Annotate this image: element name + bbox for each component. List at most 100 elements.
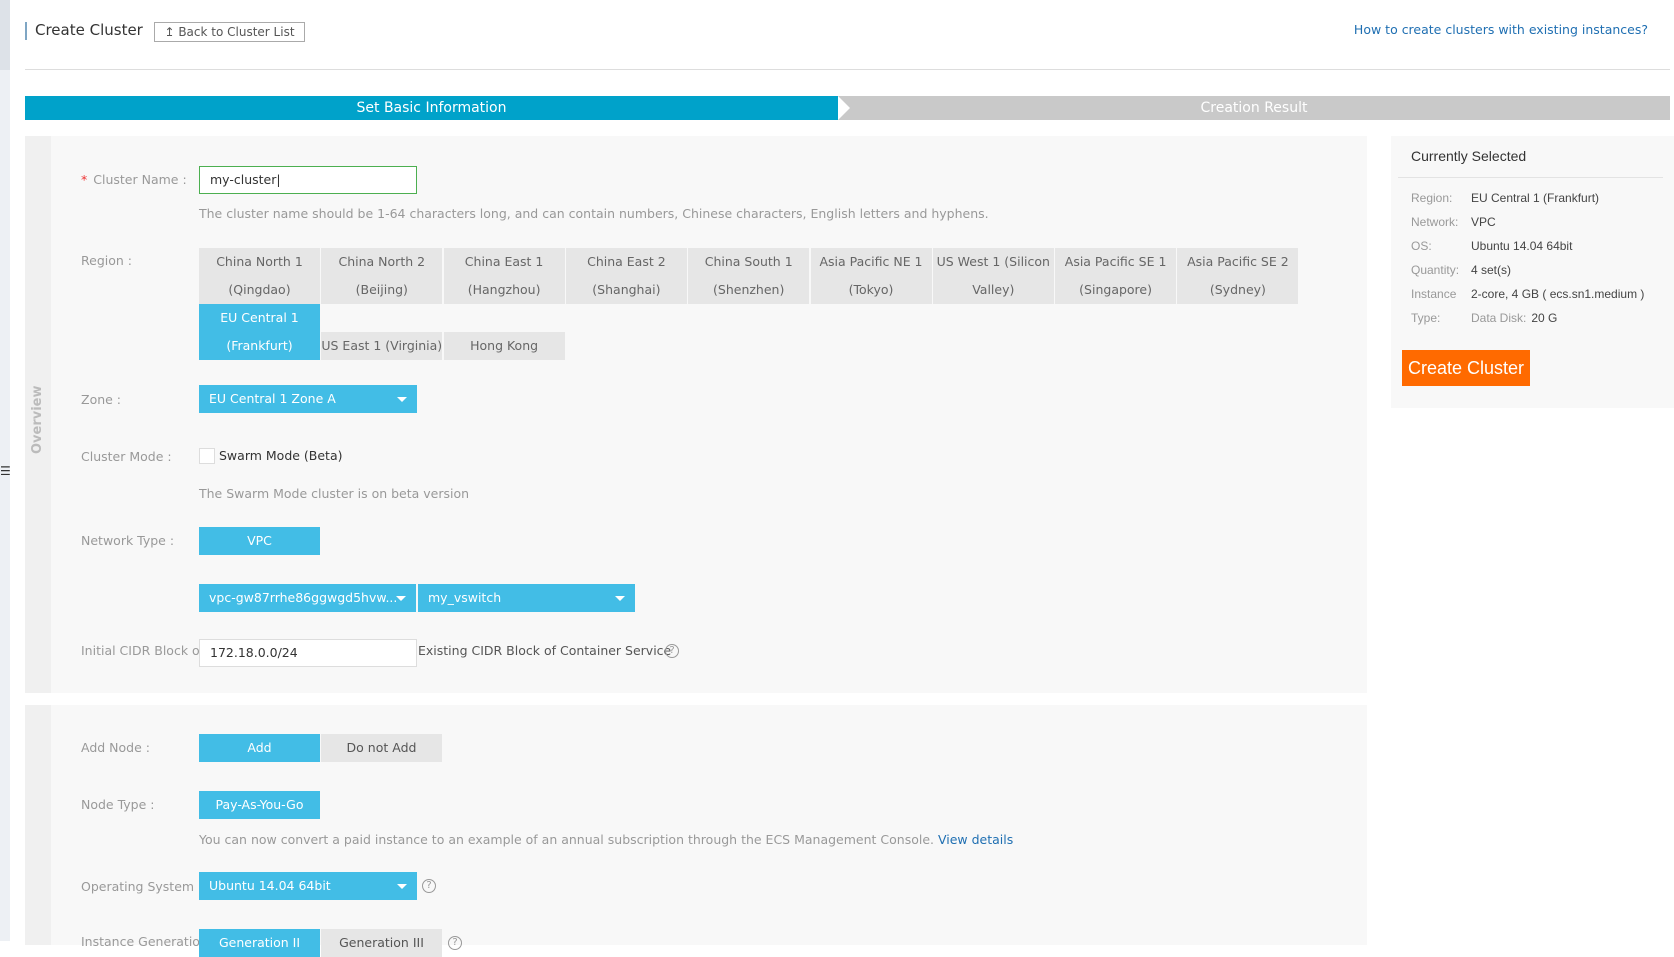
region-name: Hong Kong (470, 338, 539, 353)
add-node-label: Add Node : (81, 740, 150, 755)
region-city: Valley) (972, 282, 1015, 297)
region-name: US East 1 (Virginia) (321, 338, 443, 353)
region-city: (Frankfurt) (226, 338, 293, 353)
summary-value-text: 2-core, 4 GB ( ecs.sn1.medium ) (1471, 287, 1645, 301)
region-name: China East 2 (587, 254, 666, 269)
region-city: (Tokyo) (848, 282, 894, 297)
zone-label: Zone : (81, 392, 122, 407)
os-label: Operating System : (81, 879, 203, 894)
summary-key: OS: (1411, 239, 1432, 253)
swarm-mode-label: Swarm Mode (Beta) (219, 448, 343, 463)
region-option[interactable]: China East 2 (Shanghai) (565, 248, 687, 304)
chevron-down-icon (397, 884, 407, 889)
page-title: Create Cluster (35, 21, 143, 39)
summary-value-text: VPC (1471, 215, 1496, 229)
summary-value: 2-core, 4 GB ( ecs.sn1.medium ) (1471, 287, 1644, 301)
region-city: (Beijing) (355, 282, 408, 297)
help-icon[interactable]: ? (422, 879, 436, 893)
region-name: China South 1 (704, 254, 793, 269)
vswitch-dropdown[interactable]: my_vswitch (418, 584, 635, 612)
summary-value-text: EU Central 1 (Frankfurt) (1471, 191, 1600, 205)
summary-value: Ubuntu 14.04 64bit (1471, 239, 1572, 253)
region-name: US West 1 (Silicon (936, 254, 1050, 269)
region-option[interactable]: China East 1 (Hangzhou) (443, 248, 565, 304)
step-creation-result: Creation Result (838, 96, 1670, 120)
region-option[interactable]: US West 1 (Silicon Valley) (932, 248, 1054, 304)
summary-key: Instance (1411, 287, 1457, 301)
cluster-mode-label: Cluster Mode : (81, 449, 172, 464)
cluster-name-input[interactable]: my-cluster| (199, 166, 417, 194)
create-cluster-button[interactable]: Create Cluster (1402, 350, 1530, 386)
region-option[interactable]: EU Central 1 (Frankfurt) (199, 304, 320, 360)
summary-key: Region: (1411, 191, 1453, 205)
chevron-down-icon (396, 596, 406, 601)
region-option[interactable]: China South 1 (Shenzhen) (688, 248, 810, 304)
back-to-cluster-list-button[interactable]: ↥ Back to Cluster List (154, 22, 305, 42)
region-city: (Shenzhen) (713, 282, 785, 297)
summary-key: Quantity: (1411, 263, 1460, 277)
region-option[interactable]: Hong Kong (443, 332, 565, 360)
required-marker: * (81, 172, 88, 187)
help-link[interactable]: How to create clusters with existing ins… (1354, 22, 1648, 37)
summary-value-text: Data Disk: (1471, 311, 1527, 325)
view-details-link[interactable]: View details (938, 832, 1013, 847)
swarm-mode-checkbox[interactable] (199, 448, 215, 464)
summary-key: Type: (1411, 311, 1441, 325)
summary-value: VPC (1471, 215, 1496, 229)
left-nav-top (0, 0, 10, 70)
node-type-hint: You can now convert a paid instance to a… (199, 832, 1014, 847)
zone-dropdown[interactable]: EU Central 1 Zone A (199, 385, 417, 413)
region-city: (Sydney) (1209, 282, 1266, 297)
panel-side-strip (25, 705, 51, 945)
node-type-payg-button[interactable]: Pay-As-You-Go (199, 791, 320, 819)
summary-value: EU Central 1 (Frankfurt) (1471, 191, 1599, 205)
network-type-vpc-button[interactable]: VPC (199, 527, 320, 555)
region-name: China North 1 (216, 254, 303, 269)
generation-iii-button[interactable]: Generation III (321, 929, 442, 957)
region-name: China North 2 (338, 254, 426, 269)
os-dropdown[interactable]: Ubuntu 14.04 64bit (199, 872, 417, 900)
chevron-down-icon (397, 397, 407, 402)
region-option[interactable]: China North 2 (Beijing) (321, 248, 443, 304)
add-node-add-button[interactable]: Add (199, 734, 320, 762)
region-label: Region : (81, 253, 132, 268)
summary-value: Data Disk: 20 G (1471, 311, 1557, 325)
region-option[interactable]: Asia Pacific SE 2 (Sydney) (1177, 248, 1299, 304)
region-name: Asia Pacific SE 2 (1187, 254, 1289, 269)
vpc-dropdown[interactable]: vpc-gw87rrhe86ggwgd5hvw... (199, 584, 416, 612)
cidr-input[interactable]: 172.18.0.0/24 (199, 639, 417, 667)
region-city: (Singapore) (1079, 282, 1152, 297)
region-name: Asia Pacific NE 1 (819, 254, 923, 269)
cluster-name-hint: The cluster name should be 1-64 characte… (199, 206, 989, 221)
cidr-suffix: Existing CIDR Block of Container Service (418, 643, 672, 658)
menu-toggle-icon[interactable]: ☰ (0, 462, 11, 480)
help-icon[interactable]: ? (448, 936, 462, 950)
divider (25, 69, 1670, 70)
generation-ii-button[interactable]: Generation II (199, 929, 320, 957)
region-city: (Qingdao) (228, 282, 291, 297)
region-name: EU Central 1 (220, 310, 299, 325)
cluster-name-label: * Cluster Name : (81, 172, 187, 187)
cidr-label: Initial CIDR Block of (81, 643, 205, 658)
summary-key: Network: (1411, 215, 1459, 229)
summary-divider (1398, 177, 1663, 178)
summary-value-text: Ubuntu 14.04 64bit (1471, 239, 1573, 253)
region-option[interactable]: China North 1 (Qingdao) (199, 248, 320, 304)
region-name: China East 1 (464, 254, 544, 269)
back-arrow-icon: ↥ (164, 25, 179, 39)
summary-value-text: 4 set(s) (1471, 263, 1512, 277)
region-name: Asia Pacific SE 1 (1064, 254, 1167, 269)
region-option[interactable]: Asia Pacific NE 1 (Tokyo) (810, 248, 932, 304)
region-option[interactable]: US East 1 (Virginia) (321, 332, 443, 360)
region-option[interactable]: Asia Pacific SE 1 (Singapore) (1055, 248, 1177, 304)
title-accent (25, 22, 27, 40)
step-set-basic-information: Set Basic Information (25, 96, 850, 120)
chevron-down-icon (615, 596, 625, 601)
summary-title: Currently Selected (1411, 148, 1527, 164)
add-node-do-not-add-button[interactable]: Do not Add (321, 734, 442, 762)
instance-generation-label: Instance Generation : (81, 934, 199, 949)
region-city: (Shanghai) (592, 282, 661, 297)
help-icon[interactable]: ? (665, 644, 679, 658)
network-type-label: Network Type : (81, 533, 175, 548)
node-type-label: Node Type : (81, 797, 155, 812)
